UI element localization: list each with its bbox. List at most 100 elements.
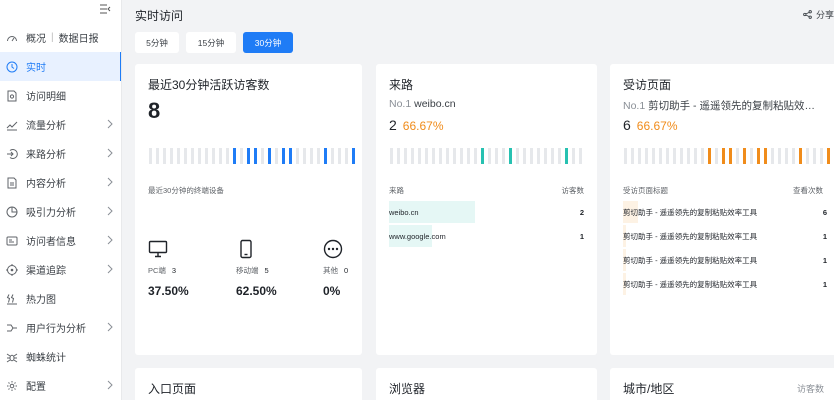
sidebar-item[interactable]: 内容分析	[0, 168, 121, 197]
gear-icon	[6, 380, 18, 392]
sparkline-bar	[624, 148, 627, 164]
tab-30min[interactable]: 30分钟	[243, 32, 293, 53]
referrer-card: 来路 No.1 weibo.cn 2 66.67% 来路 访客数 weibo.cn…	[376, 64, 597, 355]
sparkline-bar	[638, 148, 641, 164]
dashboard-gauge-icon	[6, 32, 18, 44]
chevron-right-icon	[106, 148, 114, 158]
device-count: 3	[171, 266, 177, 275]
sidebar-item-label: 配置	[26, 382, 46, 393]
chevron-right-icon	[106, 177, 114, 187]
sidebar-item[interactable]: 流量分析	[0, 110, 121, 139]
sidebar-item-label: 渠道追踪	[26, 266, 66, 277]
sparkline-bar	[149, 148, 152, 164]
list-item-name: 剪切助手 - 遥遥领先的复制粘贴效率工具	[623, 255, 758, 265]
tab-15min[interactable]: 15分钟	[186, 32, 236, 53]
sidebar-item-label: 访问者信息	[26, 237, 76, 248]
list-item-value: 1	[822, 255, 827, 265]
sidebar-item-label: 用户行为分析	[26, 324, 86, 335]
sparkline-bar	[502, 148, 505, 164]
sparkline-bar	[303, 148, 306, 164]
sparkline-bar	[523, 148, 526, 164]
sparkline-bar	[352, 148, 355, 164]
sidebar-item-label: 内容分析	[26, 179, 66, 190]
list-item-name: 剪切助手 - 遥遥领先的复制粘贴效率工具	[623, 207, 758, 217]
sidebar-item[interactable]: 访问者信息	[0, 226, 121, 255]
sidebar-item[interactable]: 概况 | 数据日报	[0, 23, 121, 52]
enter-arrow-icon	[6, 148, 18, 160]
sidebar-item-label: 吸引力分析	[26, 208, 76, 219]
tab-label: 30分钟	[254, 37, 282, 48]
device-other: 其他 0 0%	[323, 239, 362, 298]
sparkline-bar	[579, 148, 582, 164]
sparkline-bar	[432, 148, 435, 164]
card-title: 城市/地区	[623, 382, 675, 396]
sidebar-item[interactable]: 实时	[0, 52, 121, 81]
sparkline-bar	[778, 148, 781, 164]
top-referrer-pct: 66.67%	[402, 119, 444, 133]
file-icon	[6, 177, 18, 189]
share-button[interactable]: 分享	[803, 8, 834, 21]
list-item-name: 剪切助手 - 遥遥领先的复制粘贴效率工具	[623, 231, 758, 241]
document-search-icon	[6, 90, 18, 102]
sidebar-item[interactable]: 来路分析	[0, 139, 121, 168]
sidebar-item[interactable]: 吸引力分析	[0, 197, 121, 226]
sparkline-bar	[551, 148, 554, 164]
list-item[interactable]: 剪切助手 - 遥遥领先的复制粘贴效率工具 1	[623, 273, 827, 295]
list-item[interactable]: 剪切助手 - 遥遥领先的复制粘贴效率工具 1	[623, 249, 827, 271]
sparkline-bar	[722, 148, 725, 164]
sidebar-item-label-secondary[interactable]: 数据日报	[59, 30, 99, 45]
sparkline-bar	[184, 148, 187, 164]
sidebar-item[interactable]: 蜘蛛统计	[0, 342, 121, 371]
sidebar-item[interactable]: 访问明细	[0, 81, 121, 110]
more-circle-icon	[323, 239, 343, 259]
target-icon	[6, 263, 18, 276]
sparkline-bar	[240, 148, 243, 164]
city-region-card: 城市/地区 访客数	[610, 368, 834, 400]
sparkline-bar	[198, 148, 201, 164]
list-item[interactable]: www.google.com 1	[389, 225, 584, 247]
sidebar-item[interactable]: 热力图	[0, 284, 121, 313]
tab-5min[interactable]: 5分钟	[135, 32, 179, 53]
card-title: 入口页面	[148, 382, 197, 396]
list-item-name: 剪切助手 - 遥遥领先的复制粘贴效率工具	[623, 279, 758, 289]
sparkline-bar	[652, 148, 655, 164]
sidebar-item[interactable]: 渠道追踪	[0, 255, 121, 284]
sparkline-bar	[572, 148, 575, 164]
device-name: 其他	[323, 266, 338, 275]
collapse-sidebar-icon[interactable]	[98, 4, 112, 16]
sparkline-bar	[289, 148, 292, 164]
sparkline-bar	[827, 148, 830, 164]
sparkline-bar	[345, 148, 348, 164]
sparkline-bar	[792, 148, 795, 164]
list-item[interactable]: 剪切助手 - 遥遥领先的复制粘贴效率工具 6	[623, 201, 827, 223]
sidebar-item[interactable]: 用户行为分析	[0, 313, 121, 342]
sparkline-bar	[282, 148, 285, 164]
sparkline-bar	[310, 148, 313, 164]
share-icon	[803, 10, 812, 19]
device-pct: 62.50%	[236, 284, 277, 298]
rank-label: No.1	[623, 100, 646, 112]
list-item[interactable]: weibo.cn 2	[389, 201, 584, 223]
sparkline-bar	[708, 148, 711, 164]
sparkline-bar	[418, 148, 421, 164]
list-item-name: www.google.com	[389, 231, 446, 241]
top-page-title: 剪切助手 - 遥遥领先的复制粘贴效率工具	[648, 100, 823, 112]
clock-icon	[6, 61, 18, 73]
chevron-right-icon	[106, 206, 114, 216]
spider-icon	[6, 351, 18, 363]
list-item-value: 1	[579, 231, 584, 241]
sidebar-item-label: 概况	[26, 34, 46, 45]
pie-icon	[6, 206, 18, 218]
list-item[interactable]: 剪切助手 - 遥遥领先的复制粘贴效率工具 1	[623, 225, 827, 247]
sparkline-bar	[467, 148, 470, 164]
sidebar-item-label: 蜘蛛统计	[26, 353, 66, 364]
sidebar-item[interactable]: 配置	[0, 371, 121, 400]
sparkline-bar	[694, 148, 697, 164]
visited-pages-sparkline	[624, 148, 834, 164]
sidebar-item-label: 来路分析	[26, 150, 66, 161]
list-item-value: 2	[579, 207, 584, 217]
chevron-right-icon	[106, 235, 114, 245]
sparkline-bar	[757, 148, 760, 164]
top-page-stat: 6 66.67%	[623, 117, 678, 133]
sparkline-bar	[806, 148, 809, 164]
